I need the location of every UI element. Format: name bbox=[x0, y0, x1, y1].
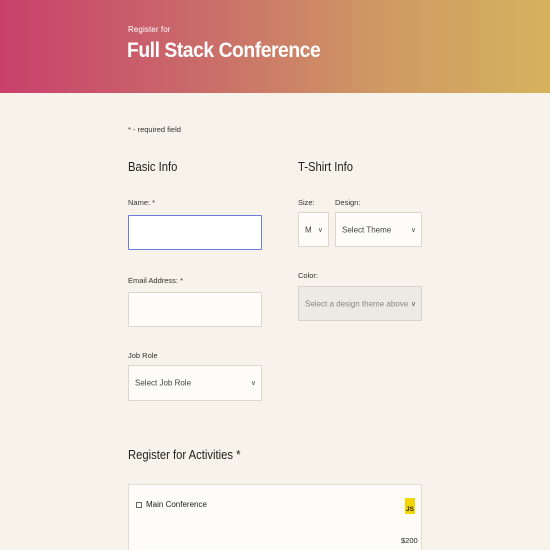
size-label: Size: bbox=[298, 198, 315, 207]
design-label: Design: bbox=[335, 198, 361, 207]
page-header: Register for Full Stack Conference bbox=[0, 0, 550, 93]
required-field-note: * - required field bbox=[128, 125, 181, 134]
job-role-label: Job Role bbox=[128, 351, 158, 360]
color-label: Color: bbox=[298, 271, 319, 280]
header-subtitle: Register for bbox=[128, 25, 171, 34]
page-title: Full Stack Conference bbox=[127, 39, 321, 62]
name-field[interactable] bbox=[128, 215, 262, 250]
tshirt-info-heading: T-Shirt Info bbox=[298, 160, 354, 174]
email-label: Email Address: * bbox=[128, 276, 184, 285]
activity-label: Main Conference bbox=[146, 500, 207, 509]
js-icon: JS bbox=[405, 498, 415, 514]
chevron-down-icon: ∨ bbox=[317, 226, 323, 234]
main-conference-checkbox[interactable] bbox=[136, 502, 142, 508]
name-label: Name: * bbox=[128, 198, 156, 207]
basic-info-heading: Basic Info bbox=[128, 160, 178, 174]
email-field[interactable] bbox=[128, 292, 262, 327]
size-select[interactable]: M ∨ bbox=[298, 212, 329, 247]
activities-list: Main Conference JS $200 bbox=[128, 484, 422, 550]
job-role-selected: Select Job Role bbox=[135, 378, 192, 388]
job-role-select[interactable]: Select Job Role ∨ bbox=[128, 365, 262, 401]
chevron-down-icon: ∨ bbox=[250, 380, 256, 387]
activities-heading: Register for Activities * bbox=[128, 448, 241, 462]
design-selected: Select Theme bbox=[342, 225, 392, 234]
design-select[interactable]: Select Theme ∨ bbox=[335, 212, 422, 247]
chevron-down-icon: ∨ bbox=[410, 300, 416, 308]
color-select[interactable]: Select a design theme above ∨ bbox=[298, 286, 422, 321]
activity-price: $200 bbox=[401, 536, 418, 545]
chevron-down-icon: ∨ bbox=[410, 226, 416, 234]
color-selected: Select a design theme above bbox=[305, 299, 409, 308]
size-selected: M bbox=[305, 225, 312, 234]
